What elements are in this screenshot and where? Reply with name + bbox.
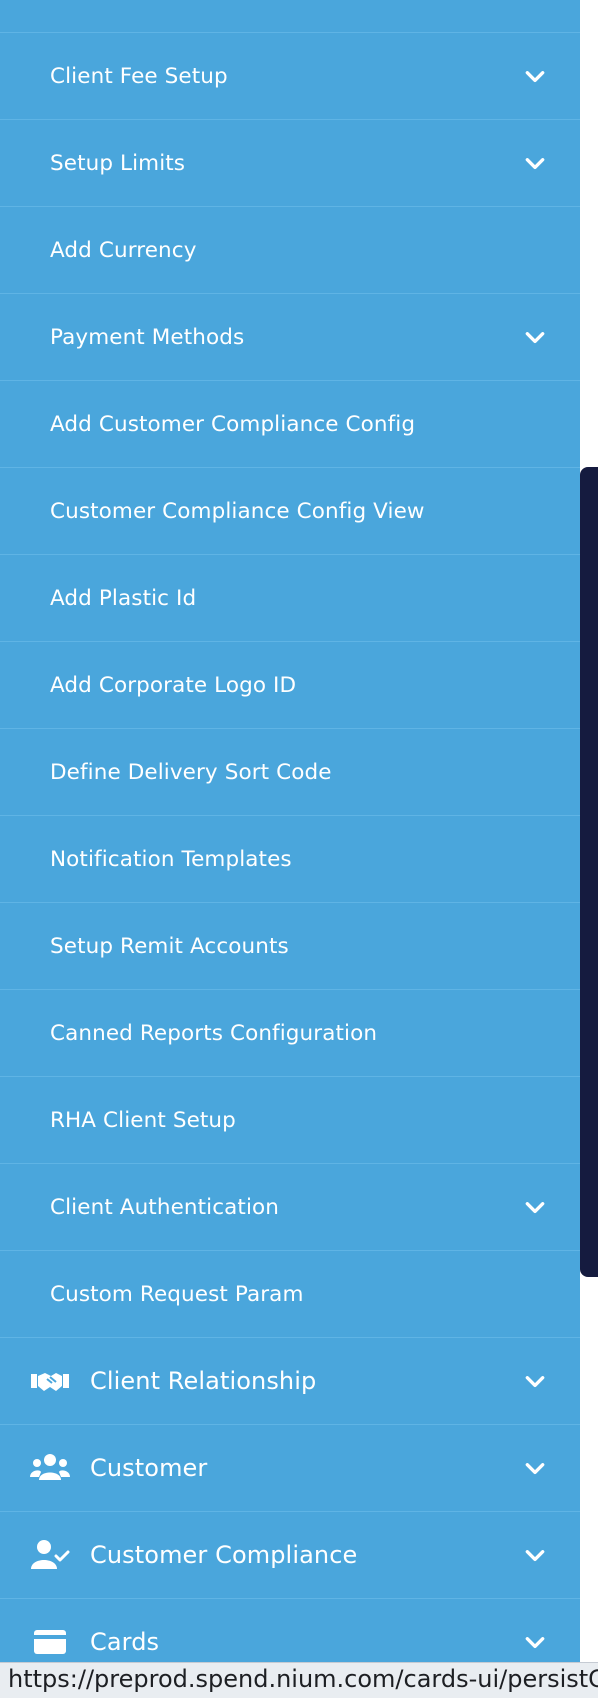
menu-item-partial-top[interactable] xyxy=(0,0,580,33)
chevron-down-icon xyxy=(525,1463,545,1475)
chevron-down-icon xyxy=(525,1550,545,1562)
sidebar-menu: Client Fee Setup Setup Limits Add Curren… xyxy=(0,0,580,1698)
menu-item-client-fee-setup[interactable]: Client Fee Setup xyxy=(0,33,580,120)
menu-item-setup-limits[interactable]: Setup Limits xyxy=(0,120,580,207)
menu-item-label: Customer xyxy=(90,1454,208,1482)
menu-item-payment-methods[interactable]: Payment Methods xyxy=(0,294,580,381)
chevron-down-icon xyxy=(525,1202,545,1214)
menu-item-add-plastic-id[interactable]: Add Plastic Id xyxy=(0,555,580,642)
menu-item-notification-templates[interactable]: Notification Templates xyxy=(0,816,580,903)
chevron-down-icon xyxy=(525,71,545,83)
menu-item-customer-compliance[interactable]: Customer Compliance xyxy=(0,1512,580,1599)
users-icon xyxy=(30,1454,70,1480)
menu-item-customer[interactable]: Customer xyxy=(0,1425,580,1512)
menu-item-custom-request-param[interactable]: Custom Request Param xyxy=(0,1251,580,1338)
menu-item-label: Add Plastic Id xyxy=(50,585,197,611)
chevron-down-icon xyxy=(525,158,545,170)
menu-item-label: Add Customer Compliance Config xyxy=(50,411,416,437)
menu-item-client-authentication[interactable]: Client Authentication xyxy=(0,1164,580,1251)
menu-item-add-currency[interactable]: Add Currency xyxy=(0,207,580,294)
credit-card-icon xyxy=(34,1630,66,1654)
menu-item-rha-client-setup[interactable]: RHA Client Setup xyxy=(0,1077,580,1164)
menu-item-label: Payment Methods xyxy=(50,324,245,350)
menu-item-label: RHA Client Setup xyxy=(50,1107,236,1133)
menu-item-label: Setup Limits xyxy=(50,150,186,176)
chevron-down-icon xyxy=(525,332,545,344)
menu-item-label: Client Relationship xyxy=(90,1367,317,1395)
menu-item-canned-reports-configuration[interactable]: Canned Reports Configuration xyxy=(0,990,580,1077)
chevron-down-icon xyxy=(525,1637,545,1649)
menu-item-label: Custom Request Param xyxy=(50,1281,304,1307)
menu-item-label: Cards xyxy=(90,1628,160,1656)
menu-item-define-delivery-sort-code[interactable]: Define Delivery Sort Code xyxy=(0,729,580,816)
handshake-icon xyxy=(31,1373,69,1391)
user-check-icon xyxy=(31,1540,70,1569)
chevron-down-icon xyxy=(525,1376,545,1388)
menu-item-label: Client Authentication xyxy=(50,1194,280,1220)
menu-item-label: Client Fee Setup xyxy=(50,63,228,89)
menu-item-label: Add Currency xyxy=(50,237,197,263)
menu-item-add-customer-compliance-config[interactable]: Add Customer Compliance Config xyxy=(0,381,580,468)
menu-item-label: Add Corporate Logo ID xyxy=(50,672,297,698)
menu-item-label: Customer Compliance Config View xyxy=(50,498,425,524)
menu-item-label: Define Delivery Sort Code xyxy=(50,759,332,785)
menu-item-label: Setup Remit Accounts xyxy=(50,933,289,959)
menu-item-client-relationship[interactable]: Client Relationship xyxy=(0,1338,580,1425)
menu-item-label: Canned Reports Configuration xyxy=(50,1020,378,1046)
menu-item-setup-remit-accounts[interactable]: Setup Remit Accounts xyxy=(0,903,580,990)
menu-item-customer-compliance-config-view[interactable]: Customer Compliance Config View xyxy=(0,468,580,555)
menu-item-label: Notification Templates xyxy=(50,846,292,872)
scrollbar-thumb[interactable] xyxy=(580,467,598,1277)
menu-item-label: Customer Compliance xyxy=(90,1541,358,1569)
status-bar-url: https://preprod.spend.nium.com/cards-ui/… xyxy=(0,1662,598,1698)
menu-item-add-corporate-logo-id[interactable]: Add Corporate Logo ID xyxy=(0,642,580,729)
